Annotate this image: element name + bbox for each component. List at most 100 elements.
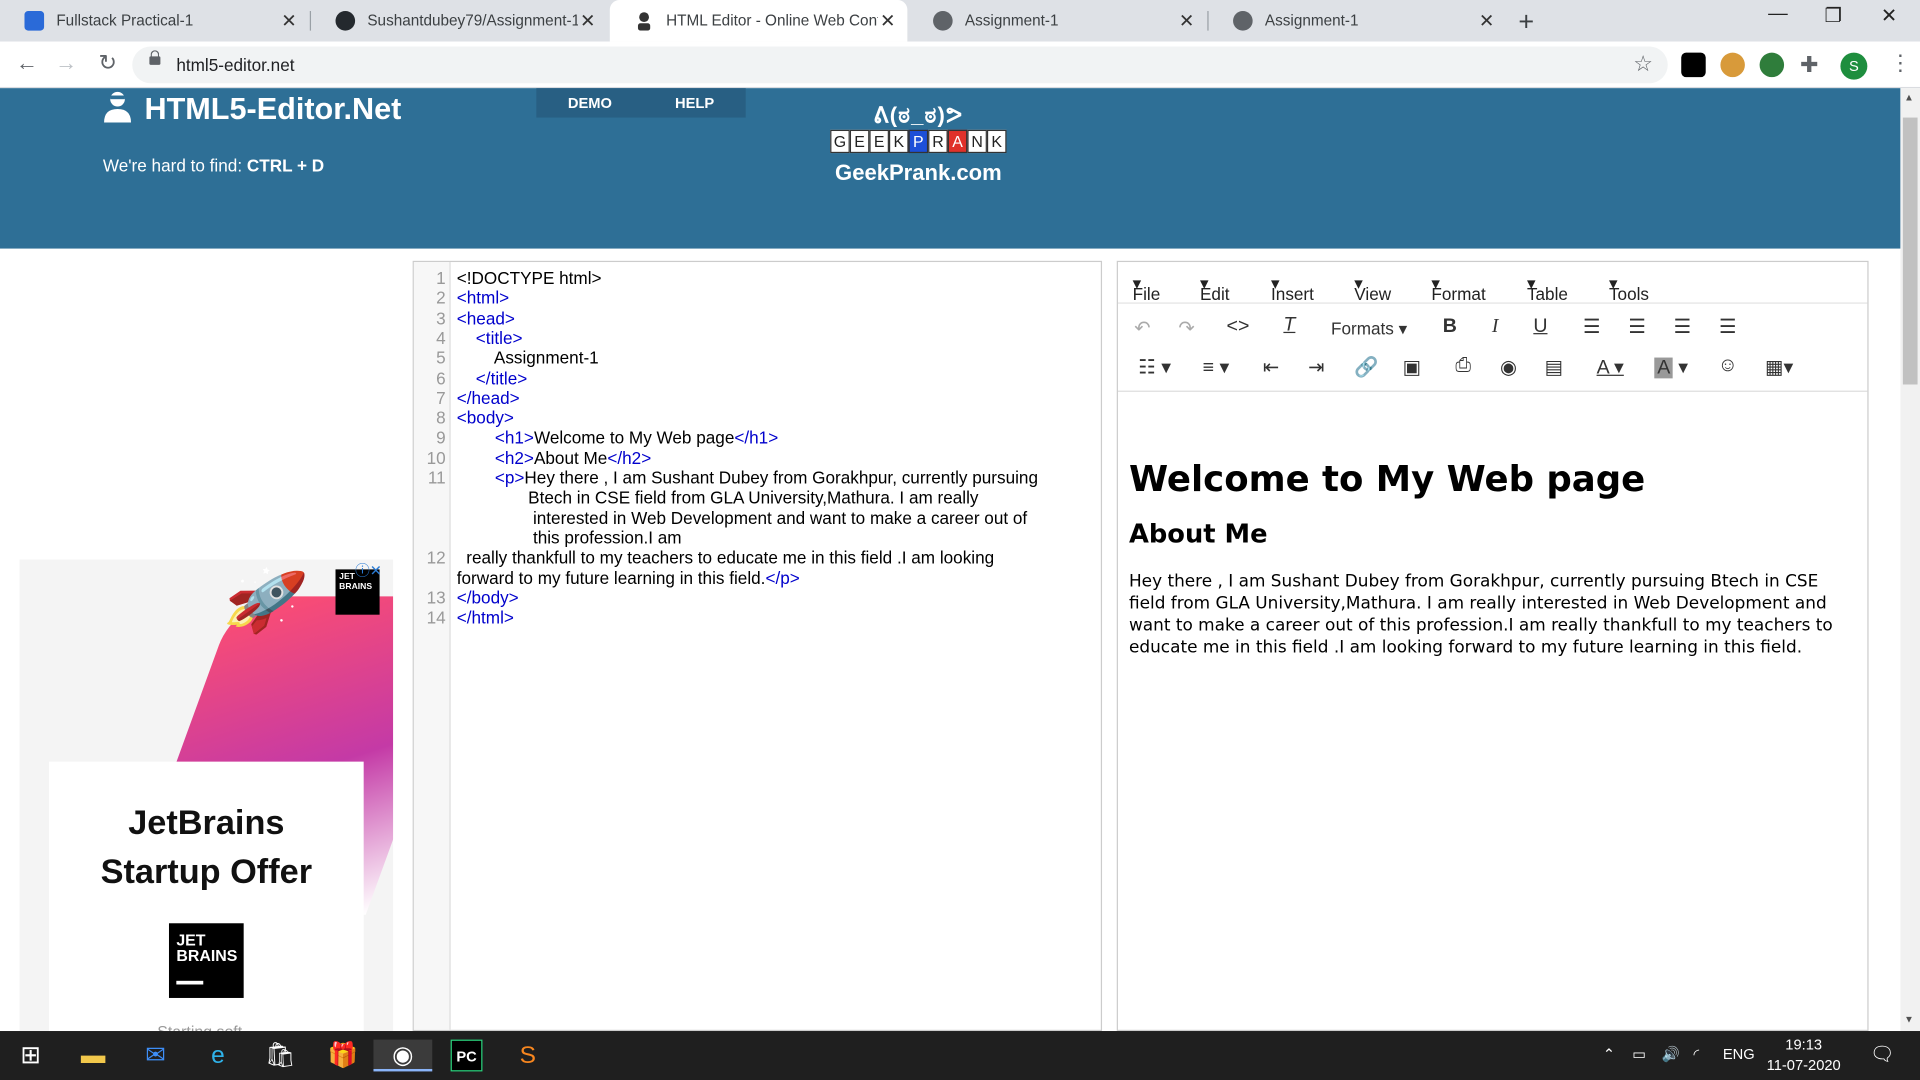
- align-justify-icon[interactable]: ☰: [1713, 315, 1742, 339]
- site-logo[interactable]: HTML5-Editor.Net: [103, 91, 401, 128]
- wysiwyg-editor[interactable]: File ▾ Edit ▾ Insert ▾ View ▾ Format ▾ T…: [1116, 260, 1869, 1032]
- menu-kebab-icon[interactable]: ⋮: [1889, 50, 1911, 76]
- ad-choices-close-icon[interactable]: ⓘ✕: [355, 560, 382, 581]
- window-close-button[interactable]: ✕: [1881, 4, 1897, 28]
- numbered-list-icon[interactable]: ≡ ▾: [1191, 355, 1240, 379]
- align-center-icon[interactable]: ☰: [1622, 315, 1651, 339]
- table-icon[interactable]: ▦▾: [1755, 355, 1804, 379]
- reload-button[interactable]: ↻: [93, 50, 122, 76]
- tray-up-arrow-icon[interactable]: ⌃: [1603, 1046, 1615, 1063]
- ad-card[interactable]: JetBrains Startup Offer JETBRAINS Startin…: [48, 761, 364, 1032]
- nav-help[interactable]: HELP: [675, 94, 714, 111]
- new-tab-button[interactable]: +: [1518, 6, 1534, 38]
- letter-box: P: [908, 129, 929, 154]
- html-source-editor[interactable]: 1 <!DOCTYPE html> 2 <html> 3 <head> 4 <title> 5…: [412, 260, 1103, 1032]
- close-icon[interactable]: ✕: [1477, 10, 1497, 32]
- jetbrains-ad[interactable]: 🚀 JET BRAINS ⓘ✕ JetBrains Startup Offer JE…: [19, 559, 394, 1032]
- editor-content[interactable]: Welcome to My Web page About Me Hey ther…: [1129, 458, 1859, 659]
- restore-button[interactable]: ❐: [1824, 4, 1842, 28]
- windows-taskbar: ⊞ ▬ ✉ e 🛍 🎁 ◉ PC S ⌃ ▭ 🔊 ◜ ENG 19:13 11-…: [0, 1031, 1920, 1080]
- image-icon[interactable]: ▣: [1397, 355, 1426, 379]
- tab-bar: Fullstack Practical-1 ✕ Sushantdubey79/A…: [0, 0, 1920, 42]
- code-text: <head>: [456, 308, 515, 328]
- scroll-thumb[interactable]: [1902, 117, 1918, 385]
- code-text: Btech in CSE field from GLA University,M…: [456, 487, 979, 508]
- tab-github[interactable]: Sushantdubey79/Assignment-1: A ✕: [311, 0, 607, 42]
- tab-fullstack[interactable]: Fullstack Practical-1 ✕: [0, 0, 309, 42]
- underline-icon[interactable]: U: [1526, 316, 1555, 338]
- close-icon[interactable]: ✕: [279, 10, 299, 32]
- scroll-down-icon[interactable]: ▼: [1904, 1014, 1914, 1025]
- minimize-button[interactable]: —: [1768, 4, 1788, 26]
- pycharm-icon[interactable]: PC: [450, 1039, 483, 1072]
- menu-tools[interactable]: Tools ▾: [1609, 273, 1649, 304]
- tab-assignment-1a[interactable]: Assignment-1 ✕: [909, 0, 1207, 42]
- mail-icon[interactable]: ✉: [140, 1040, 172, 1072]
- back-button[interactable]: ←: [12, 50, 41, 76]
- bookmark-star-icon[interactable]: ☆: [1633, 51, 1653, 77]
- geekprank-logo[interactable]: ᕕ(ಠ_ಠ)ᕗ G E E K P R A N K GeekPrank.com: [804, 103, 1032, 186]
- close-icon[interactable]: ✕: [1177, 10, 1197, 32]
- puzzle-icon[interactable]: ✚: [1800, 53, 1824, 77]
- menu-insert[interactable]: Insert ▾: [1271, 273, 1314, 304]
- indent-icon[interactable]: ⇥: [1302, 355, 1331, 379]
- menu-table[interactable]: Table ▾: [1527, 273, 1568, 304]
- extension-icon[interactable]: [1681, 52, 1706, 78]
- page-scrollbar[interactable]: ▲ ▼: [1900, 88, 1920, 1032]
- tab-assignment-1b[interactable]: Assignment-1 ✕: [1209, 0, 1507, 42]
- clear-formatting-icon[interactable]: T: [1275, 315, 1304, 337]
- profile-avatar[interactable]: S: [1840, 52, 1868, 80]
- scroll-up-icon[interactable]: ▲: [1904, 92, 1914, 103]
- extension-icon[interactable]: [1759, 52, 1785, 78]
- align-left-icon[interactable]: ☰: [1577, 315, 1606, 339]
- volume-icon[interactable]: 🔊: [1662, 1046, 1680, 1063]
- menu-format[interactable]: Format ▾: [1431, 273, 1485, 304]
- preview-eye-icon[interactable]: ◉: [1494, 355, 1523, 379]
- close-icon[interactable]: ✕: [878, 10, 898, 32]
- align-right-icon[interactable]: ☰: [1668, 315, 1697, 339]
- system-clock[interactable]: 19:13 11-07-2020: [1763, 1035, 1844, 1077]
- link-icon[interactable]: 🔗: [1352, 355, 1381, 379]
- undo-icon[interactable]: ↶: [1128, 316, 1157, 340]
- nav-demo[interactable]: DEMO: [568, 94, 612, 111]
- notification-icon[interactable]: 🗨: [1870, 1042, 1895, 1066]
- edge-icon[interactable]: e: [202, 1040, 234, 1072]
- url-text[interactable]: html5-editor.net: [176, 55, 294, 75]
- italic-icon[interactable]: I: [1480, 316, 1509, 338]
- store-icon[interactable]: 🛍: [264, 1040, 296, 1072]
- logo-person-icon: [103, 91, 132, 123]
- menu-edit[interactable]: Edit ▾: [1200, 273, 1230, 304]
- letter-box: E: [849, 129, 870, 154]
- cookie-extension-icon[interactable]: [1720, 52, 1745, 78]
- bold-icon[interactable]: B: [1435, 316, 1464, 338]
- outdent-icon[interactable]: ⇤: [1256, 355, 1285, 379]
- forward-button[interactable]: →: [51, 50, 80, 76]
- menu-file[interactable]: File ▾: [1133, 273, 1161, 304]
- content-h1: Welcome to My Web page: [1128, 457, 1646, 500]
- language-indicator[interactable]: ENG: [1723, 1046, 1755, 1063]
- code-text: <html>: [456, 288, 510, 308]
- omnibox[interactable]: html5-editor.net ☆: [132, 46, 1668, 84]
- windows-start-icon[interactable]: ⊞: [15, 1040, 47, 1072]
- tab-html-editor[interactable]: HTML Editor - Online Web Conte ✕: [609, 0, 908, 42]
- background-color-icon[interactable]: A ▾: [1647, 355, 1696, 379]
- redo-icon[interactable]: ↷: [1172, 316, 1201, 340]
- letter-box: K: [986, 129, 1007, 154]
- formats-dropdown[interactable]: Formats ▾: [1331, 318, 1407, 339]
- source-code-icon[interactable]: <>: [1223, 316, 1252, 338]
- chrome-icon[interactable]: ◉: [373, 1039, 433, 1072]
- menu-view[interactable]: View ▾: [1354, 273, 1391, 304]
- text-color-icon[interactable]: A ▾: [1586, 355, 1635, 379]
- battery-icon[interactable]: ▭: [1632, 1046, 1646, 1063]
- media-icon[interactable]: ▤: [1539, 355, 1568, 379]
- wifi-icon[interactable]: ◜: [1693, 1046, 1699, 1063]
- line-number: 9: [436, 427, 446, 448]
- file-explorer-icon[interactable]: ▬: [77, 1040, 109, 1072]
- close-icon[interactable]: ✕: [578, 10, 598, 32]
- sublime-icon[interactable]: S: [512, 1040, 544, 1072]
- emoji-icon[interactable]: ☺: [1713, 355, 1742, 377]
- gift-icon[interactable]: 🎁: [327, 1040, 359, 1072]
- geekprank-face: ᕕ(ಠ_ಠ)ᕗ: [873, 102, 964, 128]
- bullet-list-icon[interactable]: ☷ ▾: [1130, 355, 1179, 379]
- print-icon[interactable]: ⎙: [1449, 355, 1478, 377]
